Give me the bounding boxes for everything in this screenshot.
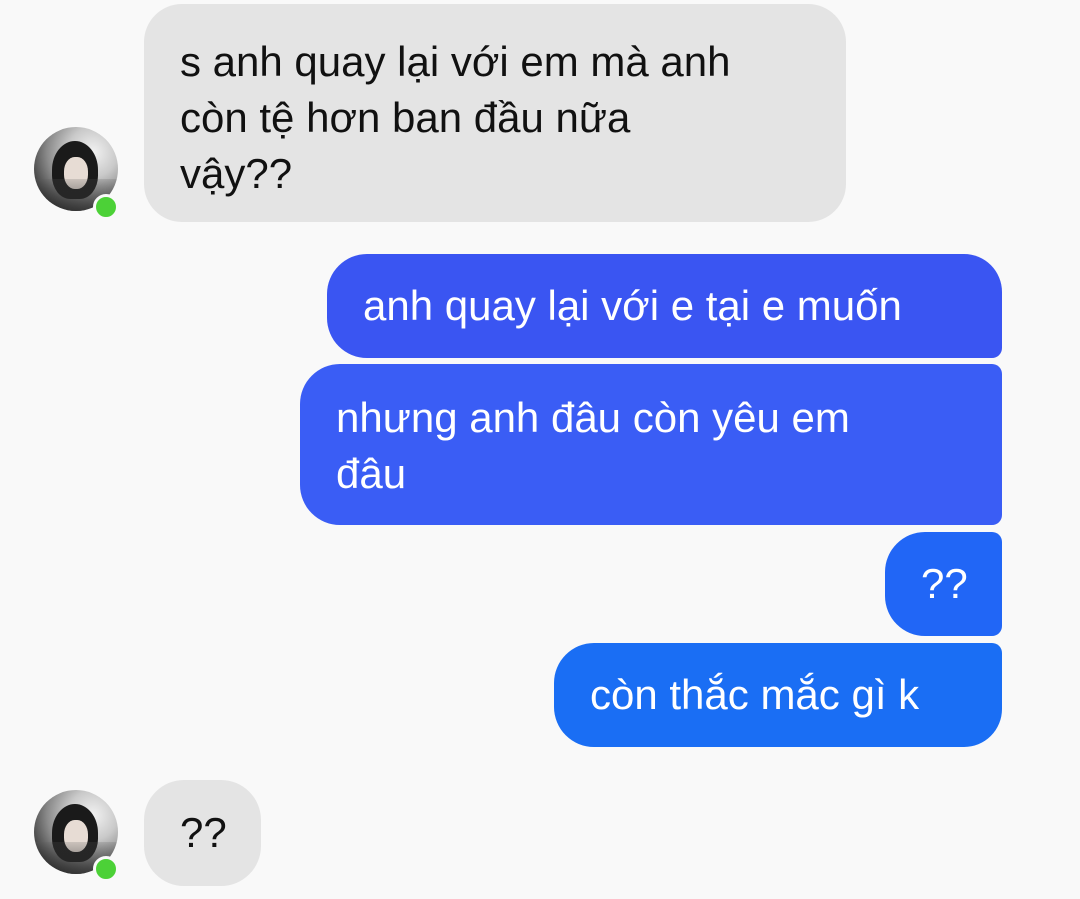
message-line: s anh quay lại với em mà anh bbox=[180, 38, 731, 85]
message-bubble-outgoing[interactable]: ?? bbox=[885, 532, 1002, 636]
message-line: ?? bbox=[921, 560, 968, 607]
message-bubble-outgoing[interactable]: còn thắc mắc gì k bbox=[554, 643, 1002, 747]
message-line: còn tệ hơn ban đầu nữa bbox=[180, 94, 631, 141]
message-line: vậy?? bbox=[180, 150, 293, 197]
message-line: còn thắc mắc gì k bbox=[590, 671, 920, 718]
message-bubble-outgoing[interactable]: anh quay lại với e tại e muốn bbox=[327, 254, 1002, 358]
message-line: anh quay lại với e tại e muốn bbox=[363, 282, 902, 329]
message-line: ?? bbox=[180, 809, 227, 856]
online-dot-icon bbox=[93, 856, 119, 882]
message-bubble-outgoing[interactable]: nhưng anh đâu còn yêu em đâu bbox=[300, 364, 1002, 525]
conversation-thread[interactable]: s anh quay lại với em mà anh còn tệ hơn … bbox=[0, 0, 1080, 899]
message-line: đâu bbox=[336, 450, 407, 497]
message-line: nhưng anh đâu còn yêu em bbox=[336, 394, 850, 441]
message-bubble-incoming[interactable]: ?? bbox=[144, 780, 261, 886]
message-bubble-incoming[interactable]: s anh quay lại với em mà anh còn tệ hơn … bbox=[144, 4, 846, 222]
online-dot-icon bbox=[93, 194, 119, 220]
